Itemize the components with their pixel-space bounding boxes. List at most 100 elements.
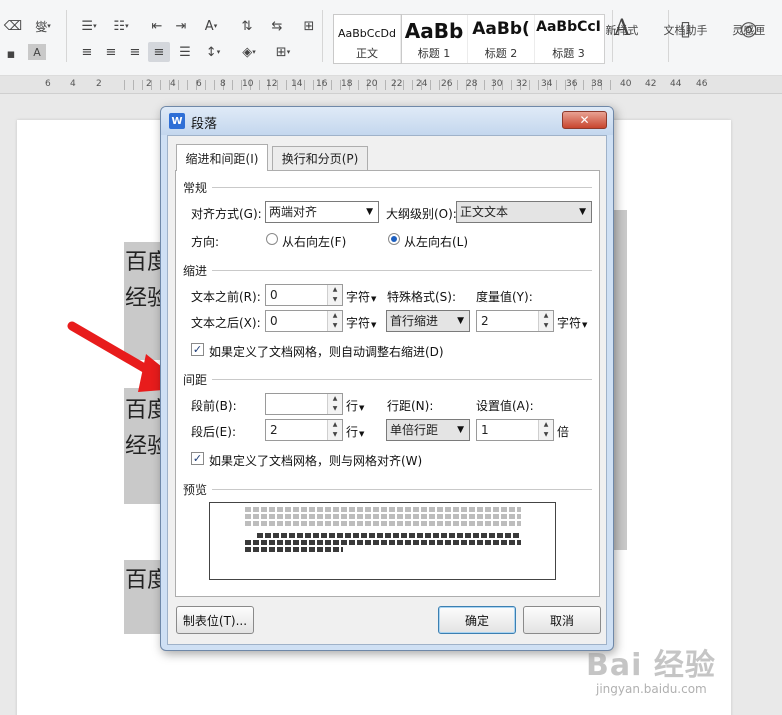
spin-arrows[interactable]: ▲ ▼ <box>538 420 553 440</box>
align-center-icon[interactable]: ≡ <box>100 42 122 62</box>
indent-after-input[interactable]: 0 ▲ ▼ <box>265 310 343 332</box>
align-justify-icon[interactable]: ≡ <box>148 42 170 62</box>
indent-after-value: 0 <box>270 314 278 328</box>
ok-button[interactable]: 确定 <box>438 606 516 634</box>
spin-down-icon: ▼ <box>332 322 338 329</box>
align-left-icon[interactable]: ≡ <box>76 42 98 62</box>
indent-before-unit[interactable]: 字符▼ <box>346 288 376 305</box>
style-heading-2[interactable]: AaBb( 标题 2 <box>468 15 535 63</box>
text-direction-icon[interactable]: A ▾ <box>198 16 224 36</box>
borders-icon[interactable]: ⊞ ▾ <box>270 42 296 62</box>
auto-adjust-checkbox[interactable]: ✓ <box>191 343 204 356</box>
space-before-unit[interactable]: 行▼ <box>346 397 364 414</box>
distributed-align-icon[interactable]: ☰ <box>174 42 196 62</box>
cancel-button[interactable]: 取消 <box>523 606 601 634</box>
phonetic-guide-icon[interactable]: 燮 ▾ <box>30 16 56 36</box>
numbering-icon[interactable]: ☷ ▾ <box>108 16 134 36</box>
measure-unit[interactable]: 字符▼ <box>557 314 587 331</box>
tab-indent-spacing[interactable]: 缩进和间距(I) <box>176 144 268 171</box>
ruler-number: 20 <box>366 79 378 89</box>
ruler-number: 8 <box>220 79 226 89</box>
outline-level-select[interactable]: 正文文本 ▼ <box>456 201 592 223</box>
spacing-section-title: 间距 <box>183 373 208 387</box>
style-heading-3[interactable]: AaBbCcI 标题 3 <box>535 15 602 63</box>
ruler-number: 40 <box>620 79 632 89</box>
spin-arrows[interactable]: ▲ ▼ <box>327 285 342 305</box>
indent-before-value: 0 <box>270 288 278 302</box>
eraser-icon[interactable]: ⌫ <box>2 16 24 36</box>
character-shading-icon[interactable]: A <box>28 44 46 60</box>
new-style-button[interactable]: A 新样式 <box>605 16 638 41</box>
decrease-indent-icon[interactable]: ⇤ <box>146 16 168 36</box>
spin-arrows[interactable]: ▲ ▼ <box>327 311 342 331</box>
tab-stops-label: 制表位(T)... <box>182 613 248 628</box>
style-sample: AaBb( <box>472 19 530 39</box>
ribbon-toolbar: ⌫ 燮 ▾ A ▪ ☰ ▾ ☷ ▾ ⇤ ⇥ A ▾ ⇅ ⇆ ⊞ ≡ ≡ ≡ ≡ ☰ ↕ ▾… <box>0 0 782 76</box>
table-icon[interactable]: ⊞ <box>298 16 320 36</box>
tab-panel: 常规 对齐方式(G): 两端对齐 ▼ 大纲级别(O): 正文文本 ▼ 方向: 从右向… <box>175 170 600 597</box>
align-right-icon[interactable]: ≡ <box>124 42 146 62</box>
doc-assistant-label: 文档助手 <box>663 24 708 37</box>
close-button[interactable]: ✕ <box>562 111 607 129</box>
space-before-input[interactable]: ▲ ▼ <box>265 393 343 415</box>
spin-arrows[interactable]: ▲ ▼ <box>327 394 342 414</box>
tab-icon[interactable]: ⇆ <box>266 16 288 36</box>
increase-indent-icon[interactable]: ⇥ <box>170 16 192 36</box>
special-format-label: 特殊格式(S): <box>387 290 457 304</box>
preview-prev-line <box>245 514 521 519</box>
alignment-label: 对齐方式(G): <box>191 207 262 221</box>
wps-logo-icon: W <box>169 113 185 129</box>
watermark-url: jingyan.baidu.com <box>596 682 707 696</box>
spin-up-icon: ▲ <box>332 395 338 402</box>
chevron-down-icon: ▼ <box>582 321 588 329</box>
doc-assistant-button[interactable]: ▯ 文档助手 <box>664 16 708 40</box>
style-name: 正文 <box>356 47 378 60</box>
spin-arrows[interactable]: ▲ ▼ <box>327 420 342 440</box>
preview-section-title: 预览 <box>183 483 208 497</box>
style-name: 标题 1 <box>417 47 451 60</box>
spin-down-icon: ▼ <box>543 322 549 329</box>
setting-value-label: 设置值(A): <box>476 399 534 413</box>
alignment-value: 两端对齐 <box>269 205 318 219</box>
ltr-radio[interactable] <box>388 233 400 245</box>
setting-value-input[interactable]: 1 ▲ ▼ <box>476 419 554 441</box>
style-name: 标题 2 <box>484 47 518 60</box>
spin-arrows[interactable]: ▲ ▼ <box>538 311 553 331</box>
special-format-value: 首行缩进 <box>390 314 439 328</box>
indent-after-unit[interactable]: 字符▼ <box>346 314 376 331</box>
alignment-select[interactable]: 两端对齐 ▼ <box>265 201 379 223</box>
line-spacing-select[interactable]: 单倍行距 ▼ <box>386 419 470 441</box>
ruler-number: 38 <box>591 79 603 89</box>
ltr-label: 从左向右(L) <box>404 235 469 249</box>
dialog-titlebar[interactable]: W 段落 ✕ <box>161 107 613 135</box>
chevron-down-icon: ▼ <box>457 316 464 326</box>
tab-line-page-breaks[interactable]: 换行和分页(P) <box>272 146 368 170</box>
inspiration-button[interactable]: ◎ 灵感匣 <box>732 16 765 40</box>
spin-down-icon: ▼ <box>332 405 338 412</box>
space-before-label: 段前(B): <box>191 399 237 413</box>
line-spacing-icon[interactable]: ↕ ▾ <box>200 42 226 62</box>
outline-level-value: 正文文本 <box>460 205 509 219</box>
space-after-input[interactable]: 2 ▲ ▼ <box>265 419 343 441</box>
ruler-number: 6 <box>196 79 202 89</box>
shading-icon[interactable]: ◈ ▾ <box>236 42 262 62</box>
text-effect-icon[interactable]: ▪ <box>0 44 22 64</box>
tab-stops-button[interactable]: 制表位(T)... <box>176 606 254 634</box>
bullets-icon[interactable]: ☰ ▾ <box>76 16 102 36</box>
spin-up-icon: ▲ <box>332 286 338 293</box>
special-format-select[interactable]: 首行缩进 ▼ <box>386 310 470 332</box>
section-divider <box>212 489 592 490</box>
space-after-unit[interactable]: 行▼ <box>346 423 364 440</box>
indent-before-input[interactable]: 0 ▲ ▼ <box>265 284 343 306</box>
horizontal-ruler[interactable]: 6 4 2 2 4 6 8 10 12 14 16 18 20 22 24 26… <box>0 76 782 94</box>
sort-icon[interactable]: ⇅ <box>236 16 258 36</box>
ruler-number: 42 <box>645 79 657 89</box>
style-heading-1[interactable]: AaBb 标题 1 <box>401 15 468 63</box>
measure-input[interactable]: 2 ▲ ▼ <box>476 310 554 332</box>
chevron-down-icon: ▼ <box>366 207 373 217</box>
style-normal[interactable]: AaBbCcDd 正文 <box>333 14 402 64</box>
snap-grid-checkbox[interactable]: ✓ <box>191 452 204 465</box>
rtl-radio[interactable] <box>266 233 278 245</box>
style-sample: AaBbCcDd <box>338 27 396 40</box>
ruler-number: 2 <box>146 79 152 89</box>
